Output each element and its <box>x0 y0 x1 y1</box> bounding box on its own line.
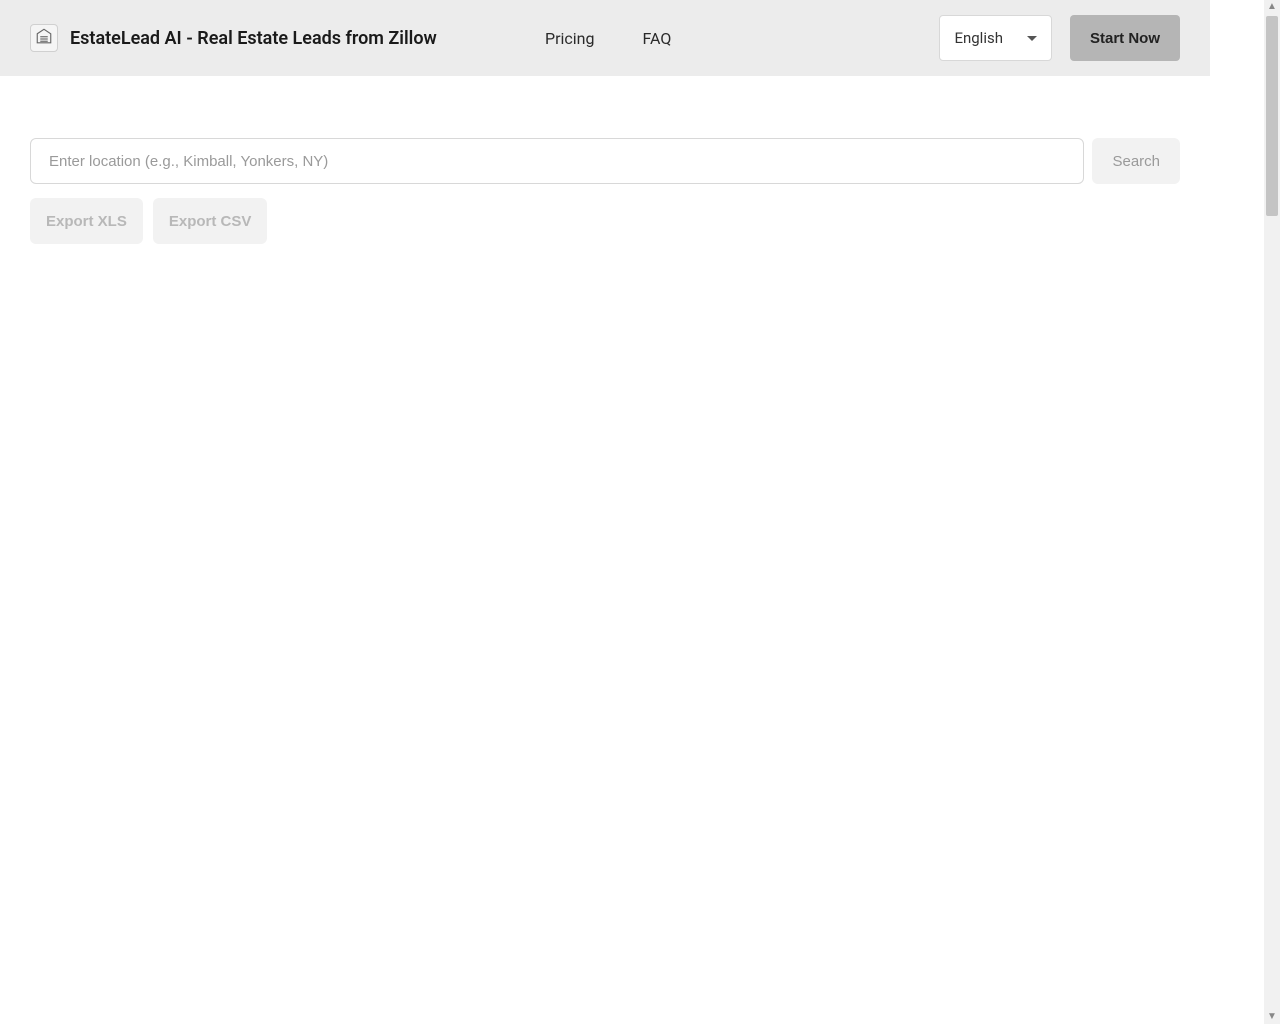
export-row: Export XLS Export CSV <box>30 198 1180 244</box>
language-select[interactable]: English <box>939 15 1052 61</box>
export-xls-button[interactable]: Export XLS <box>30 198 143 244</box>
search-row: Search <box>30 138 1180 184</box>
location-search-input[interactable] <box>30 138 1084 184</box>
search-button[interactable]: Search <box>1092 138 1180 184</box>
header-nav: Pricing FAQ <box>545 29 671 48</box>
app-logo <box>30 24 58 52</box>
header-right: English Start Now <box>939 15 1180 61</box>
vertical-scrollbar[interactable]: ▲ ▼ <box>1264 0 1280 1024</box>
warehouse-icon <box>35 27 53 49</box>
header: EstateLead AI - Real Estate Leads from Z… <box>0 0 1210 76</box>
nav-pricing[interactable]: Pricing <box>545 29 595 48</box>
scroll-up-icon: ▲ <box>1267 2 1277 12</box>
header-left: EstateLead AI - Real Estate Leads from Z… <box>30 24 437 52</box>
nav-faq[interactable]: FAQ <box>643 29 672 48</box>
scroll-down-icon: ▼ <box>1267 1012 1277 1022</box>
main-content: Search Export XLS Export CSV <box>0 76 1210 244</box>
app-title: EstateLead AI - Real Estate Leads from Z… <box>70 28 437 49</box>
scrollbar-thumb[interactable] <box>1266 16 1278 216</box>
language-selected: English <box>954 29 1003 47</box>
start-now-button[interactable]: Start Now <box>1070 15 1180 61</box>
export-csv-button[interactable]: Export CSV <box>153 198 268 244</box>
caret-down-icon <box>1027 36 1037 41</box>
